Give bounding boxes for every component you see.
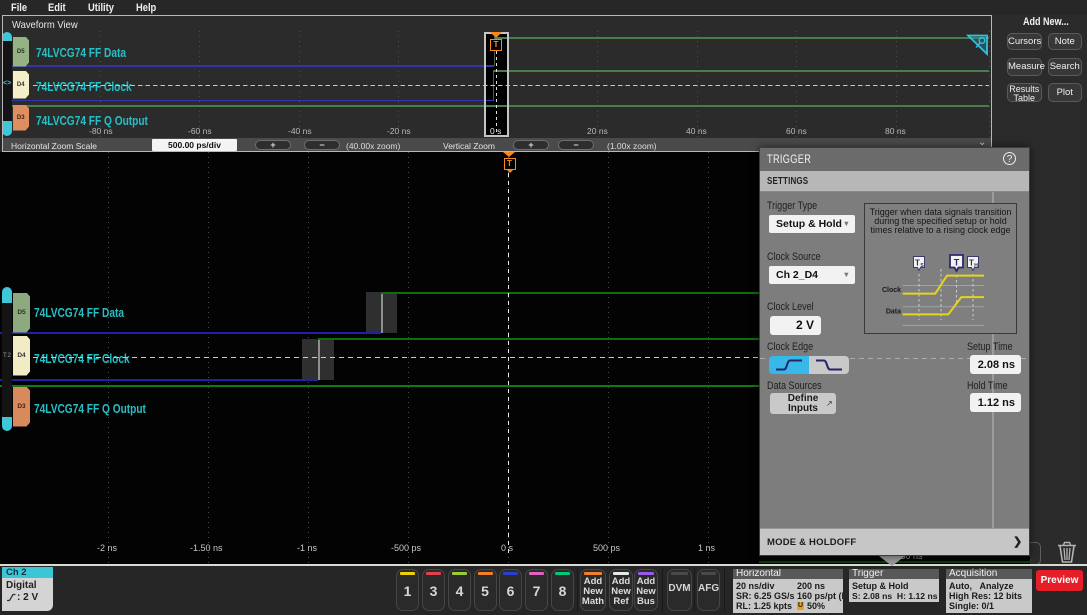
svg-text:Clock: Clock <box>881 287 900 294</box>
svg-text:H: H <box>974 263 978 269</box>
svg-text:T: T <box>915 259 920 268</box>
svg-text:Data: Data <box>885 309 900 316</box>
svg-text:T: T <box>953 258 959 268</box>
